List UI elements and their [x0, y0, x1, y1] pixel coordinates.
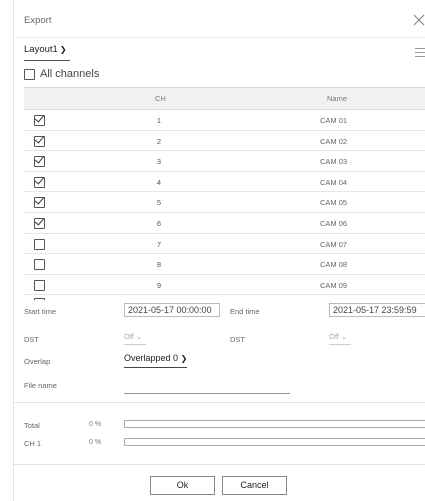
table-row[interactable]: 4 CAM 04 [24, 172, 425, 193]
file-name-label: File name [24, 381, 57, 390]
end-time-field[interactable]: 2021-05-17 23:59:59 [329, 303, 425, 317]
file-name-input[interactable] [124, 381, 290, 394]
table-row[interactable]: 9 CAM 09 [24, 275, 425, 296]
cell-ch: 7 [156, 239, 162, 249]
cell-name: CAM 07 [320, 239, 348, 249]
divider [14, 402, 425, 403]
all-channels-checkbox[interactable]: All channels [24, 66, 99, 82]
menu-icon[interactable] [415, 48, 425, 57]
table-header: CH Name [24, 88, 425, 110]
overlap-value: Overlapped 0 [124, 353, 179, 363]
chevron-down-icon: ❯ [180, 354, 188, 363]
total-progress-bar [124, 420, 425, 428]
table-row-partial [24, 295, 425, 300]
channel-checkbox[interactable] [34, 176, 45, 188]
cell-name: CAM 03 [320, 157, 348, 167]
cell-name: CAM 08 [320, 260, 348, 270]
checkbox-icon [34, 298, 45, 300]
table-row[interactable]: 6 CAM 06 [24, 213, 425, 234]
table-row[interactable]: 3 CAM 03 [24, 151, 425, 172]
title-divider [14, 37, 425, 38]
table-row[interactable]: 8 CAM 08 [24, 254, 425, 275]
cell-name: CAM 09 [320, 280, 348, 290]
chevron-down-icon: ⌄ [340, 332, 348, 341]
table-row[interactable]: 2 CAM 02 [24, 131, 425, 152]
cell-name: CAM 01 [320, 116, 348, 125]
cell-ch: 3 [156, 157, 162, 167]
chevron-down-icon: ❯ [59, 45, 67, 54]
all-channels-label: All channels [40, 68, 100, 80]
channel-checkbox[interactable] [34, 279, 45, 291]
header-ch: CH [155, 94, 166, 103]
channel-checkbox[interactable] [34, 135, 45, 147]
cancel-button[interactable]: Cancel [222, 476, 287, 495]
channel-progress-label: CH 1 [24, 439, 42, 448]
cell-name: CAM 02 [320, 136, 348, 146]
channel-checkbox[interactable] [34, 259, 45, 271]
dst-start-value: Off [124, 332, 134, 341]
channel-checkbox[interactable] [34, 197, 45, 209]
ok-button[interactable]: Ok [150, 476, 215, 495]
start-time-field[interactable]: 2021-05-17 00:00:00 [124, 303, 220, 317]
table-row[interactable]: 1 CAM 01 [24, 110, 425, 131]
overlap-label: Overlap [24, 357, 51, 366]
cell-ch: 9 [156, 280, 162, 290]
divider [14, 464, 425, 465]
table-body: 1 CAM 01 2 CAM 02 3 CAM 03 4 CAM 04 5 CAM 05 6 CAM … [24, 110, 425, 296]
cell-name: CAM 06 [320, 218, 348, 228]
cell-ch: 1 [156, 116, 162, 125]
close-icon[interactable] [413, 14, 425, 26]
total-progress-label: Total [24, 421, 40, 430]
dst-end-value: Off [329, 332, 339, 341]
channel-checkbox[interactable] [34, 238, 45, 250]
table-row[interactable]: 7 CAM 07 [24, 234, 425, 255]
dst-label: DST [24, 335, 39, 344]
cell-ch: 6 [156, 218, 162, 228]
cell-ch: 2 [156, 136, 162, 146]
cell-ch: 4 [156, 177, 162, 187]
cell-ch: 5 [156, 198, 162, 208]
export-dialog: Export Layout1 ❯ All channels CH Name 1 CA… [13, 0, 425, 501]
table-row[interactable]: 5 CAM 05 [24, 192, 425, 213]
channel-percent: 0 % [89, 439, 102, 446]
checkbox-icon [24, 68, 35, 80]
channel-progress-bar [124, 438, 425, 446]
channel-checkbox[interactable] [34, 115, 45, 126]
layout-dropdown-value: Layout1 [24, 44, 58, 55]
header-name: Name [327, 94, 348, 103]
end-time-label: End time [230, 307, 260, 316]
title-bar: Export [14, 0, 425, 36]
channel-checkbox[interactable] [34, 156, 45, 168]
dialog-title: Export [24, 15, 52, 26]
dst-end-dropdown[interactable]: Off ⌄ [329, 332, 352, 345]
cell-name: CAM 04 [320, 177, 348, 187]
layout-dropdown[interactable]: Layout1 ❯ [24, 44, 70, 61]
dst-end-label: DST [230, 335, 245, 344]
overlap-dropdown[interactable]: Overlapped 0 ❯ [124, 353, 188, 368]
cell-name: CAM 05 [320, 198, 348, 208]
channel-table: CH Name 1 CAM 01 2 CAM 02 3 CAM 03 4 CAM 04 5 CAM… [24, 87, 425, 300]
total-percent: 0 % [89, 421, 102, 428]
channel-checkbox[interactable] [34, 217, 45, 229]
dst-start-dropdown[interactable]: Off ⌄ [124, 332, 147, 345]
cell-ch: 8 [156, 260, 162, 270]
chevron-down-icon: ⌄ [135, 332, 143, 341]
start-time-label: Start time [24, 307, 57, 316]
